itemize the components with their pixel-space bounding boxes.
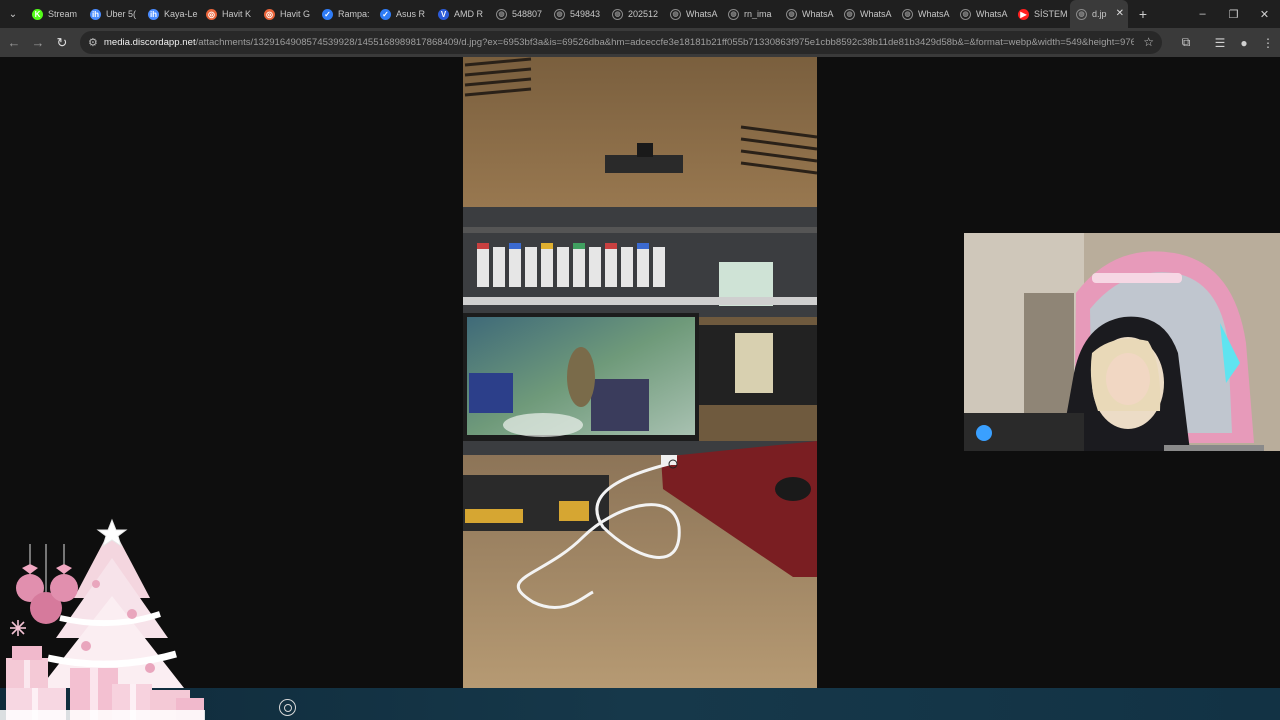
browser-menu-icon[interactable]: ⋮ xyxy=(1256,31,1280,55)
check-badge-icon: ✓ xyxy=(380,8,391,20)
tab-title: 548807 xyxy=(512,9,543,19)
browser-tab[interactable]: ◍ WhatsA xyxy=(954,0,1012,28)
browser-tab[interactable]: ◍ WhatsA xyxy=(838,0,896,28)
browser-tab[interactable]: ◎ Havit G xyxy=(258,0,316,28)
tab-list: K Stream ih Uber 5( ih Kaya-Le ◎ Havit K ◎ Havit … xyxy=(26,0,1128,28)
close-window-button[interactable]: ✕ xyxy=(1249,0,1280,28)
browser-toolbar: ← → ↻ ⚙ media.discordapp.net/attachments… xyxy=(0,28,1280,57)
ih-icon: ih xyxy=(148,8,159,20)
window-controls: – ❐ ✕ xyxy=(1187,0,1280,28)
tab-title: AMD R xyxy=(454,9,483,19)
tab-title: Asus R xyxy=(396,9,426,19)
new-tab-button[interactable]: + xyxy=(1130,0,1156,28)
v-icon: V xyxy=(438,8,449,20)
tab-title: 202512 xyxy=(628,9,659,19)
tab-title: Havit K xyxy=(222,9,252,19)
tab-title: WhatsA xyxy=(686,9,718,19)
url-host: media.discordapp.net xyxy=(103,37,196,48)
tab-title: SİSTEM xyxy=(1034,9,1068,19)
globe-icon: ◍ xyxy=(786,8,797,20)
browser-tab[interactable]: ◍ d.jp ✕ xyxy=(1070,0,1128,28)
circle-icon: ◎ xyxy=(264,8,275,20)
address-bar[interactable]: ⚙ media.discordapp.net/attachments/13291… xyxy=(80,31,1162,54)
minimize-button[interactable]: – xyxy=(1187,0,1218,28)
browser-tab[interactable]: K Stream xyxy=(26,0,84,28)
ih-icon: ih xyxy=(90,8,101,20)
globe-icon: ◍ xyxy=(1076,8,1087,20)
youtube-icon: ▶ xyxy=(1018,8,1029,20)
globe-icon: ◍ xyxy=(844,8,855,20)
tab-title: WhatsA xyxy=(918,9,950,19)
toolbar-right-actions: ⧉ ☰ ● ⋮ xyxy=(1174,28,1280,57)
tab-title: WhatsA xyxy=(976,9,1008,19)
browser-tab[interactable]: ◍ WhatsA xyxy=(664,0,722,28)
close-tab-icon[interactable]: ✕ xyxy=(1116,8,1124,19)
tab-title: Havit G xyxy=(280,9,311,19)
restore-button[interactable]: ❐ xyxy=(1218,0,1249,28)
browser-tab[interactable]: ◍ 548807 xyxy=(490,0,548,28)
forward-button[interactable]: → xyxy=(26,31,50,55)
globe-icon: ◍ xyxy=(496,8,507,20)
browser-tab[interactable]: ✓ Asus R xyxy=(374,0,432,28)
tab-title: d.jp xyxy=(1092,9,1107,19)
browser-tab[interactable]: ✓ Rampa: xyxy=(316,0,374,28)
extensions-icon[interactable]: ⧉ xyxy=(1174,31,1198,55)
tab-search-button[interactable]: ⌄ xyxy=(0,0,26,28)
tab-title: rn_ima xyxy=(744,9,772,19)
obs-tray-icon[interactable] xyxy=(279,699,296,716)
chevron-down-icon: ⌄ xyxy=(8,8,18,20)
browser-tab[interactable]: ◍ WhatsA xyxy=(780,0,838,28)
browser-tab[interactable]: ▶ SİSTEM xyxy=(1012,0,1070,28)
streamer-webcam-feed xyxy=(964,233,1280,451)
reload-button[interactable]: ↻ xyxy=(50,31,74,55)
url-path: /attachments/1329164908574539928/1455168… xyxy=(195,37,1134,48)
tab-title: WhatsA xyxy=(802,9,834,19)
globe-icon: ◍ xyxy=(612,8,623,20)
tab-title: Uber 5( xyxy=(106,9,137,19)
displayed-image[interactable] xyxy=(463,57,817,688)
browser-tab[interactable]: ih Uber 5( xyxy=(84,0,142,28)
tab-strip: ⌄ K Stream ih Uber 5( ih Kaya-Le ◎ Havit K ◎ Havi… xyxy=(0,0,1280,28)
browser-tab[interactable]: ◍ WhatsA xyxy=(896,0,954,28)
globe-icon: ◍ xyxy=(728,8,739,20)
tab-title: Kaya-Le xyxy=(164,9,198,19)
bookmark-star-icon[interactable]: ☆ xyxy=(1143,35,1154,49)
tab-title: WhatsA xyxy=(860,9,892,19)
browser-tab[interactable]: ◍ 202512 xyxy=(606,0,664,28)
tab-title: 549843 xyxy=(570,9,601,19)
profile-avatar-icon[interactable]: ● xyxy=(1232,31,1256,55)
back-button[interactable]: ← xyxy=(2,31,26,55)
site-info-icon[interactable]: ⚙ xyxy=(88,36,98,49)
circle-icon: ◎ xyxy=(206,8,217,20)
browser-tab[interactable]: ◍ rn_ima xyxy=(722,0,780,28)
globe-icon: ◍ xyxy=(960,8,971,20)
christmas-tree-overlay xyxy=(0,518,205,720)
desk-setup-photo xyxy=(463,57,817,688)
globe-icon: ◍ xyxy=(902,8,913,20)
kick-icon: K xyxy=(32,8,43,20)
check-badge-icon: ✓ xyxy=(322,8,333,20)
tab-title: Rampa: xyxy=(338,9,370,19)
browser-tab[interactable]: ih Kaya-Le xyxy=(142,0,200,28)
webcam-overlay xyxy=(964,233,1280,451)
browser-tab[interactable]: V AMD R xyxy=(432,0,490,28)
url-text[interactable]: media.discordapp.net/attachments/1329164… xyxy=(104,37,1134,48)
globe-icon: ◍ xyxy=(554,8,565,20)
browser-tab[interactable]: ◍ 549843 xyxy=(548,0,606,28)
browser-tab[interactable]: ◎ Havit K xyxy=(200,0,258,28)
tab-title: Stream xyxy=(48,9,78,19)
globe-icon: ◍ xyxy=(670,8,681,20)
media-controls-icon[interactable]: ☰ xyxy=(1208,31,1232,55)
